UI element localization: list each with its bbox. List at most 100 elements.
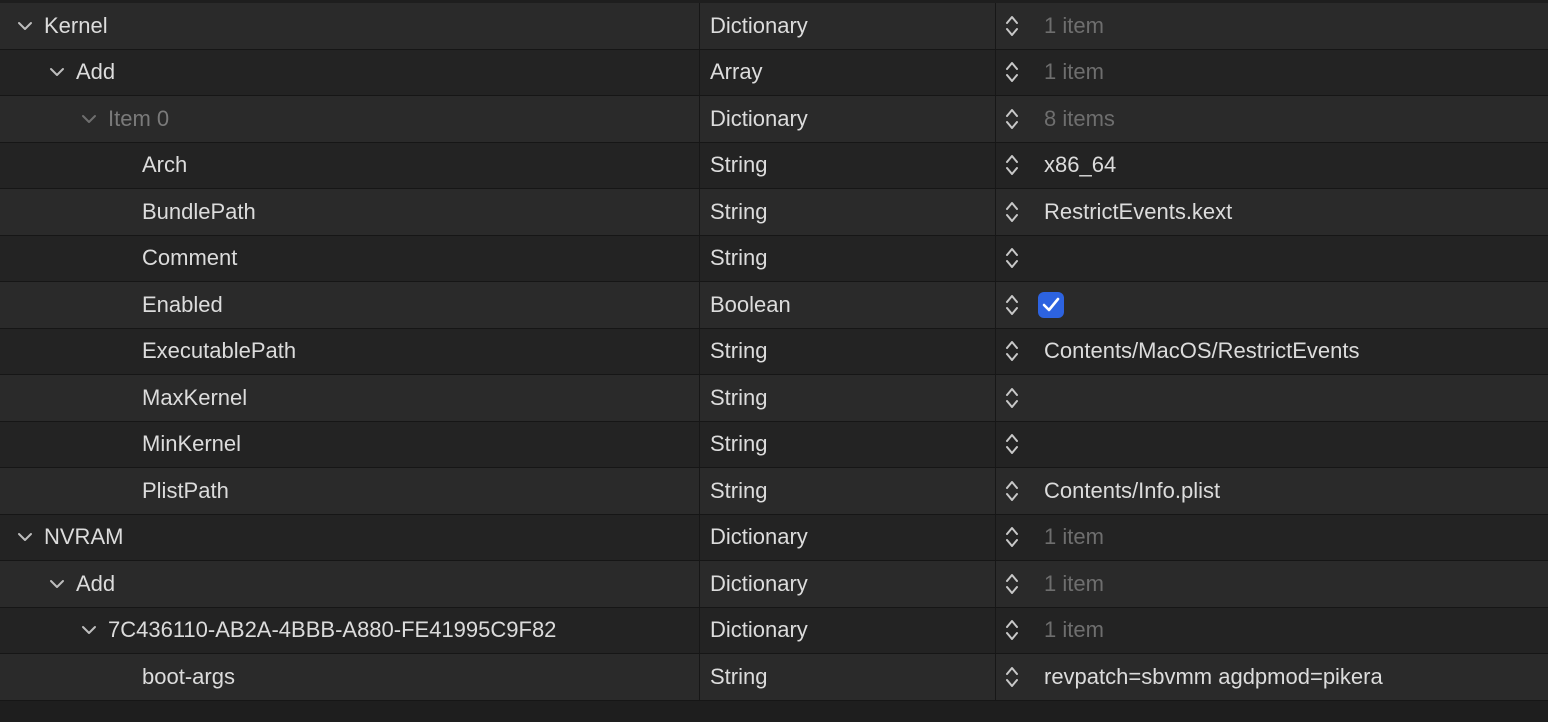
key-label: NVRAM xyxy=(44,524,124,550)
type-label: String xyxy=(710,663,768,689)
type-label: Dictionary xyxy=(710,105,808,131)
key-label: ExecutablePath xyxy=(142,338,297,364)
key-cell[interactable]: MinKernel xyxy=(0,421,700,467)
up-down-stepper-icon[interactable] xyxy=(1000,468,1024,514)
up-down-stepper-icon[interactable] xyxy=(1000,654,1024,700)
plist-row[interactable]: Add Dictionary 1 item xyxy=(0,561,1548,608)
key-cell[interactable]: PlistPath xyxy=(0,468,700,514)
value-text: 1 item xyxy=(1044,617,1104,643)
value-text: RestrictEvents.kext xyxy=(1044,198,1233,224)
plist-row[interactable]: BundlePath String RestrictEvents.kext xyxy=(0,189,1548,236)
up-down-stepper-icon[interactable] xyxy=(1000,608,1024,654)
type-label: String xyxy=(710,245,768,271)
plist-row[interactable]: Item 0 Dictionary 8 items xyxy=(0,96,1548,143)
value-text: Contents/MacOS/RestrictEvents xyxy=(1044,338,1360,364)
plist-row[interactable]: Comment String xyxy=(0,235,1548,282)
key-cell[interactable]: boot-args xyxy=(0,654,700,700)
type-popup[interactable]: String xyxy=(700,654,996,700)
plist-row[interactable]: Arch String x86_64 xyxy=(0,142,1548,189)
value-cell[interactable]: 1 item xyxy=(1034,608,1548,654)
type-popup[interactable]: Array xyxy=(700,49,996,95)
plist-row[interactable]: Add Array 1 item xyxy=(0,49,1548,96)
type-popup[interactable]: String xyxy=(700,142,996,188)
value-cell[interactable]: 1 item xyxy=(1034,50,1548,96)
type-popup[interactable]: Dictionary xyxy=(700,514,996,560)
value-cell[interactable]: 1 item xyxy=(1034,3,1548,49)
value-cell[interactable]: Contents/MacOS/RestrictEvents xyxy=(1034,329,1548,375)
type-popup[interactable]: String xyxy=(700,468,996,514)
up-down-stepper-icon[interactable] xyxy=(1000,561,1024,607)
key-cell[interactable]: Item 0 xyxy=(0,96,700,142)
key-cell[interactable]: BundlePath xyxy=(0,189,700,235)
plist-row[interactable]: ExecutablePath String Contents/MacOS/Restr… xyxy=(0,328,1548,375)
chevron-down-icon[interactable] xyxy=(48,63,66,81)
up-down-stepper-icon[interactable] xyxy=(1000,422,1024,468)
value-cell[interactable]: revpatch=sbvmm agdpmod=pikera xyxy=(1034,654,1548,700)
type-popup[interactable]: String xyxy=(700,328,996,374)
up-down-stepper-icon[interactable] xyxy=(1000,515,1024,561)
key-cell[interactable]: Comment xyxy=(0,235,700,281)
value-cell[interactable]: RestrictEvents.kext xyxy=(1034,189,1548,235)
up-down-stepper-icon[interactable] xyxy=(1000,96,1024,142)
value-cell[interactable] xyxy=(1034,422,1548,468)
plist-row[interactable]: boot-args String revpatch=sbvmm agdpmod=pi… xyxy=(0,654,1548,701)
value-text: revpatch=sbvmm agdpmod=pikera xyxy=(1044,663,1383,689)
key-cell[interactable]: ExecutablePath xyxy=(0,328,700,374)
up-down-stepper-icon[interactable] xyxy=(1000,329,1024,375)
plist-row[interactable]: MinKernel String xyxy=(0,421,1548,468)
key-cell[interactable]: Add xyxy=(0,561,700,607)
value-cell[interactable] xyxy=(1034,375,1548,421)
chevron-down-icon[interactable] xyxy=(80,621,98,639)
value-cell[interactable]: x86_64 xyxy=(1034,143,1548,189)
value-cell[interactable]: 1 item xyxy=(1034,561,1548,607)
type-popup[interactable]: Dictionary xyxy=(700,607,996,653)
plist-row[interactable]: PlistPath String Contents/Info.plist xyxy=(0,468,1548,515)
value-cell[interactable]: Contents/Info.plist xyxy=(1034,468,1548,514)
up-down-stepper-icon[interactable] xyxy=(1000,143,1024,189)
value-cell[interactable] xyxy=(1034,236,1548,282)
key-label: Arch xyxy=(142,152,188,178)
plist-editor-outline: Kernel Dictionary 1 item Add Array 1 item Item… xyxy=(0,3,1548,701)
enabled-checkbox[interactable] xyxy=(1038,291,1064,318)
plist-row[interactable]: NVRAM Dictionary 1 item xyxy=(0,514,1548,561)
key-cell[interactable]: Add xyxy=(0,49,700,95)
type-popup[interactable]: Dictionary xyxy=(700,96,996,142)
up-down-stepper-icon[interactable] xyxy=(1000,3,1024,49)
key-label: boot-args xyxy=(142,663,235,689)
type-popup[interactable]: String xyxy=(700,421,996,467)
key-cell[interactable]: Enabled xyxy=(0,282,700,328)
plist-row[interactable]: MaxKernel String xyxy=(0,375,1548,422)
chevron-down-icon[interactable] xyxy=(16,17,34,35)
key-cell[interactable]: Kernel xyxy=(0,3,700,49)
chevron-down-icon[interactable] xyxy=(80,110,98,128)
key-cell[interactable]: MaxKernel xyxy=(0,375,700,421)
up-down-stepper-icon[interactable] xyxy=(1000,375,1024,421)
plist-row[interactable]: Enabled Boolean xyxy=(0,282,1548,329)
key-label: BundlePath xyxy=(142,198,256,224)
up-down-stepper-icon[interactable] xyxy=(1000,236,1024,282)
value-cell[interactable]: 8 items xyxy=(1034,96,1548,142)
key-cell[interactable]: Arch xyxy=(0,142,700,188)
key-label: Add xyxy=(76,59,116,85)
up-down-stepper-icon[interactable] xyxy=(1000,282,1024,328)
plist-row[interactable]: 7C436110-AB2A-4BBB-A880-FE41995C9F82 Dict… xyxy=(0,607,1548,654)
up-down-stepper-icon[interactable] xyxy=(1000,189,1024,235)
chevron-down-icon[interactable] xyxy=(48,575,66,593)
up-down-stepper-icon[interactable] xyxy=(1000,50,1024,96)
type-popup[interactable]: Boolean xyxy=(700,282,996,328)
key-cell[interactable]: NVRAM xyxy=(0,514,700,560)
type-label: Dictionary xyxy=(710,617,808,643)
type-popup[interactable]: String xyxy=(700,235,996,281)
plist-row[interactable]: Kernel Dictionary 1 item xyxy=(0,3,1548,50)
value-cell[interactable]: 1 item xyxy=(1034,515,1548,561)
type-popup[interactable]: Dictionary xyxy=(700,3,996,49)
key-label: Kernel xyxy=(44,12,108,38)
chevron-down-icon[interactable] xyxy=(16,528,34,546)
value-text: 1 item xyxy=(1044,12,1104,38)
type-popup[interactable]: String xyxy=(700,375,996,421)
value-cell[interactable] xyxy=(1034,282,1548,328)
type-popup[interactable]: String xyxy=(700,189,996,235)
type-popup[interactable]: Dictionary xyxy=(700,561,996,607)
type-label: String xyxy=(710,152,768,178)
key-cell[interactable]: 7C436110-AB2A-4BBB-A880-FE41995C9F82 xyxy=(0,607,700,653)
